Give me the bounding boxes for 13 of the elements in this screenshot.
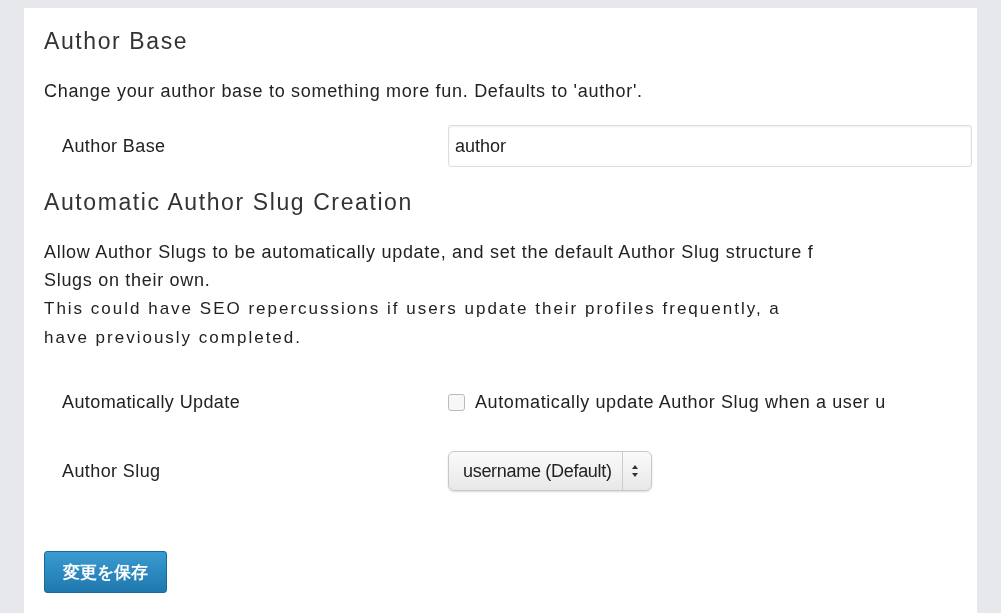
field-label: Author Base — [62, 135, 167, 157]
checkbox-label[interactable]: Automatically update Author Slug when a user u — [475, 392, 886, 413]
select-dropdown[interactable]: username (Default) — [448, 451, 652, 491]
updown-arrows-icon — [630, 464, 639, 478]
section-heading: Automatic Author Slug Creation — [44, 189, 414, 216]
section-description: Change your author base to something more fun. Defaults to 'author'. — [44, 80, 644, 103]
field-label: Automatically Update — [62, 392, 242, 413]
save-button[interactable]: 変更を保存 — [44, 551, 167, 593]
section-description: Allow Author Slugs to be automatically update, and set the default Author Slug structure f Slugs on their own. This could have SEO repercussions if users update their profiles frequently, a have previously completed. — [44, 241, 815, 349]
checkbox[interactable] — [448, 394, 465, 411]
field-label: Author Slug — [62, 460, 162, 482]
section-heading: Author Base — [44, 28, 190, 55]
input-field[interactable]: author — [448, 125, 972, 167]
